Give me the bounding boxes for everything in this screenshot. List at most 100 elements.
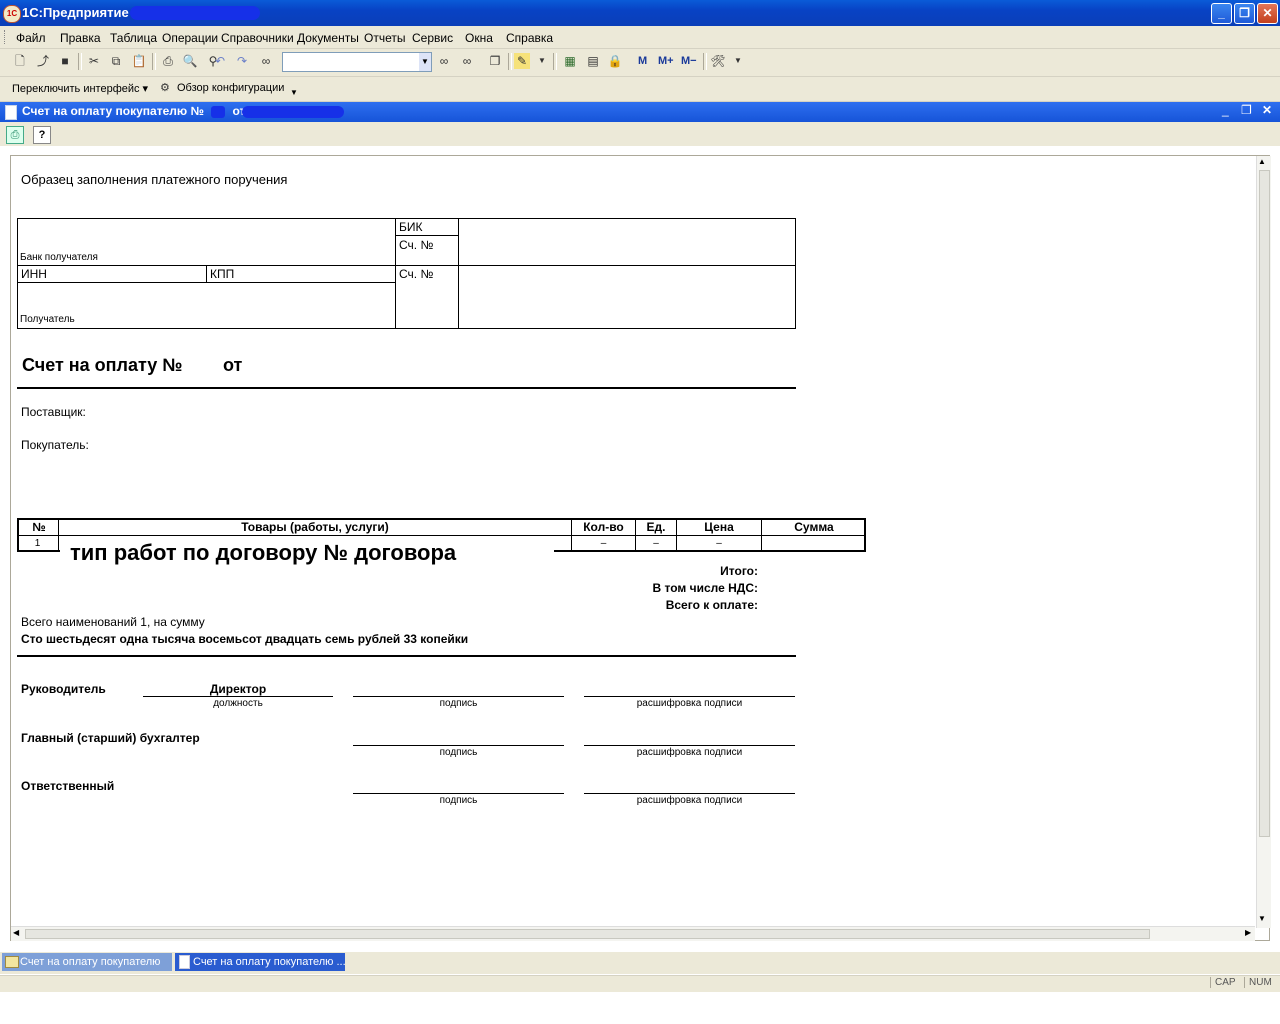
table-header-price: Цена: [704, 520, 734, 534]
menu-grip: [4, 30, 8, 44]
inn-label: ИНН: [21, 267, 47, 281]
bottom-blank: [0, 992, 1280, 1024]
help-icon[interactable]: ?: [33, 126, 51, 144]
menu-edit[interactable]: Правка: [60, 31, 101, 45]
title-underline: [17, 387, 796, 389]
task-window-1[interactable]: Счет на оплату покупателю: [2, 953, 172, 971]
head-label: Руководитель: [21, 682, 106, 696]
folder-icon: [5, 956, 19, 968]
app-logo-icon: 1C: [3, 5, 21, 23]
search-prev-icon[interactable]: ∞: [459, 53, 475, 69]
num-lock-indicator: NUM: [1244, 977, 1276, 988]
document-restore-button[interactable]: ❐: [1241, 103, 1252, 117]
menu-reports[interactable]: Отчеты: [364, 31, 405, 45]
toolbar-separator: [78, 53, 82, 70]
print-preview-icon[interactable]: ⎙: [6, 126, 24, 144]
chevron-down-icon[interactable]: ▼: [1258, 914, 1266, 923]
vertical-scroll-thumb[interactable]: [1259, 170, 1270, 837]
document-icon: [5, 105, 17, 120]
save-icon[interactable]: ■: [57, 53, 73, 69]
decode-caption: расшифровка подписи: [636, 795, 743, 806]
document-minimize-button[interactable]: _: [1222, 103, 1229, 117]
document-close-button[interactable]: ✕: [1262, 103, 1272, 117]
copy-icon[interactable]: ⧉: [108, 53, 124, 69]
binoculars-icon[interactable]: ∞: [258, 53, 274, 69]
chief-accountant-label: Главный (старший) бухгалтер: [21, 731, 200, 745]
chevron-left-icon[interactable]: ◀: [13, 928, 19, 937]
lock-icon[interactable]: 🔒: [607, 53, 623, 69]
memory-plus-button[interactable]: M+: [658, 55, 674, 67]
table-divider: [206, 265, 207, 282]
config-overview-button[interactable]: Обзор конфигурации: [177, 82, 284, 94]
note-icon[interactable]: ✎: [514, 53, 530, 69]
task-window-2[interactable]: Счет на оплату покупателю ...: [175, 953, 345, 971]
responsible-label: Ответственный: [21, 779, 115, 793]
summary-underline: [17, 655, 796, 657]
menu-windows[interactable]: Окна: [465, 31, 493, 45]
calculator-icon[interactable]: ▦: [562, 53, 578, 69]
bik-label: БИК: [399, 220, 423, 234]
document-toolbar: [0, 122, 1280, 146]
menu-documents[interactable]: Документы: [297, 31, 359, 45]
decode-caption: расшифровка подписи: [636, 698, 743, 709]
account-label: Сч. №: [399, 267, 434, 281]
open-icon[interactable]: ⤴: [35, 53, 51, 69]
decode-caption: расшифровка подписи: [636, 747, 743, 758]
chevron-down-icon[interactable]: ▼: [419, 53, 431, 71]
print-icon[interactable]: ⎙: [160, 53, 176, 69]
windows-icon[interactable]: ❐: [487, 53, 503, 69]
signature-line: [353, 793, 564, 794]
chevron-right-icon[interactable]: ▶: [1245, 928, 1251, 937]
toolbar-separator: [553, 53, 557, 70]
paste-icon[interactable]: 📋: [131, 53, 147, 69]
table-divider: [17, 265, 795, 266]
head-position: Директор: [209, 682, 267, 696]
table-header-unit: Ед.: [646, 520, 666, 534]
status-bar: [0, 975, 1280, 992]
table-header-number: №: [32, 520, 46, 534]
close-button[interactable]: ✕: [1257, 3, 1278, 24]
tools-icon[interactable]: 🛠: [710, 53, 726, 69]
table-row-price: –: [716, 538, 722, 549]
menu-help[interactable]: Справка: [506, 31, 553, 45]
menu-file[interactable]: Файл: [16, 31, 46, 45]
horizontal-scrollbar[interactable]: ◀ ▶: [11, 926, 1255, 941]
menu-operations[interactable]: Операции: [162, 31, 218, 45]
signature-line: [584, 696, 795, 697]
memory-button[interactable]: M: [638, 55, 647, 67]
menu-service[interactable]: Сервис: [412, 31, 453, 45]
memory-minus-button[interactable]: M−: [681, 55, 697, 67]
account-label: Сч. №: [399, 238, 434, 252]
chevron-down-icon[interactable]: ▼: [730, 53, 746, 69]
table-divider: [17, 282, 395, 283]
sign-caption: подпись: [439, 698, 478, 709]
redacted-scribble: [130, 6, 260, 20]
cut-icon[interactable]: ✂: [86, 53, 102, 69]
chevron-down-icon[interactable]: ▼: [534, 53, 550, 69]
signature-line: [584, 793, 795, 794]
horizontal-scroll-thumb[interactable]: [25, 929, 1150, 939]
position-caption: должность: [213, 698, 263, 709]
redacted-scribble: [242, 106, 344, 118]
search-next-icon[interactable]: ∞: [436, 53, 452, 69]
menu-table[interactable]: Таблица: [110, 31, 157, 45]
chevron-down-icon[interactable]: ▼: [290, 88, 298, 97]
vat-label: В том числе НДС:: [652, 581, 758, 595]
preview-icon[interactable]: 🔍: [182, 53, 198, 69]
search-combobox[interactable]: ▼: [282, 52, 432, 72]
configuration-icon: ⚙: [160, 82, 170, 94]
undo-icon[interactable]: ↶: [212, 53, 228, 69]
new-document-icon[interactable]: 🗋: [12, 53, 28, 69]
app-title: 1С:Предприятие: [22, 5, 129, 20]
supplier-label: Поставщик:: [21, 405, 86, 419]
document-icon: [179, 955, 190, 969]
redo-icon[interactable]: ↷: [234, 53, 250, 69]
chevron-up-icon[interactable]: ▲: [1258, 157, 1266, 166]
maximize-button[interactable]: ❐: [1234, 3, 1255, 24]
menu-catalogs[interactable]: Справочники: [221, 31, 294, 45]
toolbar-separator: [703, 53, 707, 70]
calendar-icon[interactable]: ▤: [585, 53, 601, 69]
vertical-scrollbar[interactable]: ▲ ▼: [1256, 156, 1271, 928]
minimize-button[interactable]: _: [1211, 3, 1232, 24]
switch-interface-button[interactable]: Переключить интерфейс ▾: [12, 82, 148, 95]
